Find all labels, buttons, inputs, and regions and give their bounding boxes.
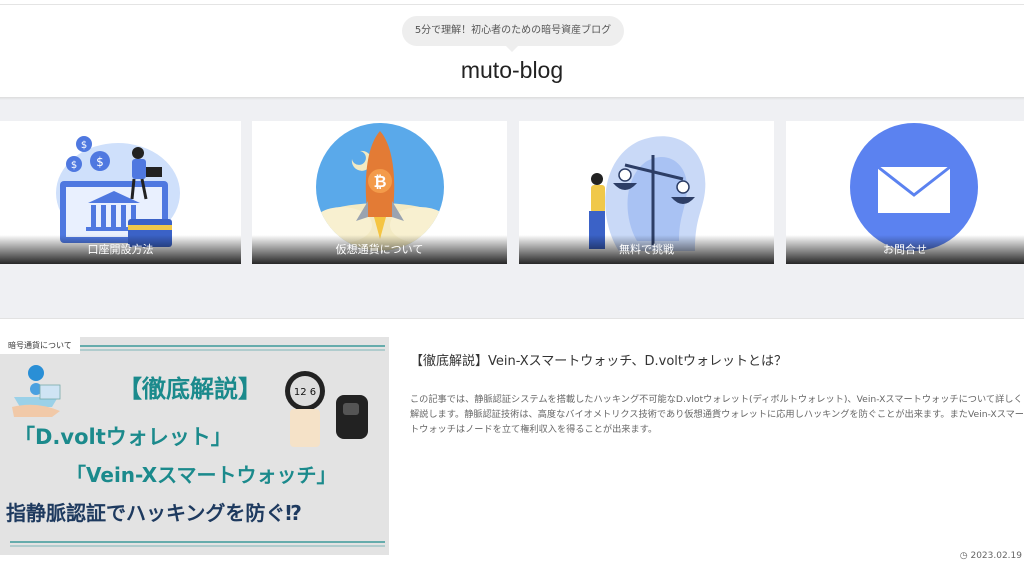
nav-card-account-opening[interactable]: $ $ $ 口座開設方法	[0, 121, 241, 264]
clock-icon: ◷	[959, 551, 968, 561]
svg-text:₿: ₿	[373, 172, 386, 191]
nav-card-label: お問合せ	[786, 235, 1024, 264]
svg-text:$: $	[81, 140, 87, 151]
nav-card-label: 仮想通貨について	[252, 235, 507, 264]
post-date: ◷ 2023.02.19	[960, 551, 1022, 561]
section-divider	[0, 318, 1024, 319]
nav-card-label: 無料で挑戦	[519, 235, 774, 264]
svg-text:$: $	[71, 160, 77, 171]
post-date-text: 2023.02.19	[970, 551, 1022, 561]
post-category-badge: 暗号通貨について	[0, 337, 80, 354]
thumbnail-headline-2: 「D.voltウォレット」	[14, 425, 232, 449]
site-title[interactable]: muto-blog	[0, 57, 1024, 84]
nav-card-label: 口座開設方法	[0, 235, 241, 264]
site-header: 5分で理解！初心者のための暗号資産ブログ muto-blog	[0, 5, 1024, 97]
site-tagline: 5分で理解！初心者のための暗号資産ブログ	[402, 16, 624, 52]
thumbnail-headline-3: 「Vein-Xスマートウォッチ」	[66, 463, 337, 487]
svg-text:12 6: 12 6	[294, 387, 316, 398]
nav-card-free-challenge[interactable]: 無料で挑戦	[519, 121, 774, 264]
nav-card-crypto-about[interactable]: ₿ 仮想通貨について	[252, 121, 507, 264]
thumbnail-headline-1: 【徹底解説】	[118, 375, 262, 403]
thumbnail-headline-4: 指静脈認証でハッキングを防ぐ⁉	[6, 501, 302, 525]
svg-text:$: $	[96, 155, 104, 169]
post-thumbnail[interactable]: 12 6 暗号通貨について 【徹底解説】 「D.voltウォレット」 「Vein…	[0, 337, 389, 555]
nav-card-contact[interactable]: お問合せ	[786, 121, 1024, 264]
post-title[interactable]: 【徹底解説】Vein-Xスマートウォッチ、D.voltウォレットとは？	[410, 350, 1010, 369]
post-excerpt: この記事では、静脈認証システムを搭載したハッキング不可能なD.vlotウォレット…	[410, 394, 1024, 435]
